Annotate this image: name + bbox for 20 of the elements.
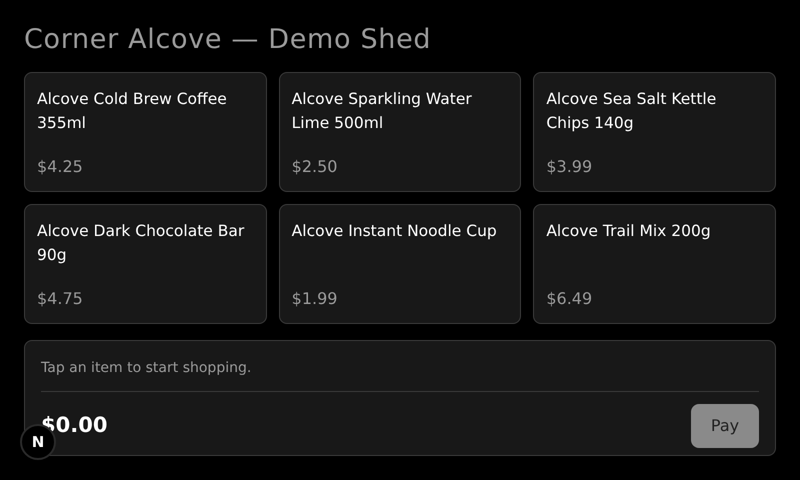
- product-card[interactable]: Alcove Sea Salt Kettle Chips 140g $3.99: [533, 72, 776, 192]
- product-card[interactable]: Alcove Instant Noodle Cup $1.99: [278, 204, 522, 324]
- product-price: $1.99: [292, 288, 338, 310]
- product-name: Alcove Cold Brew Coffee 355ml: [37, 89, 228, 134]
- product-name: Alcove Dark Chocolate Bar 90g: [37, 221, 246, 266]
- product-name: Alcove Sea Salt Kettle Chips 140g: [546, 89, 718, 134]
- product-card[interactable]: Alcove Cold Brew Coffee 355ml $4.25: [24, 72, 267, 192]
- product-name: Alcove Instant Noodle Cup: [292, 221, 498, 242]
- cart-message: Tap an item to start shopping.: [41, 360, 252, 376]
- product-price: $4.25: [37, 156, 84, 178]
- product-name: Alcove Sparkling Water Lime 500ml: [292, 89, 473, 134]
- product-card[interactable]: Alcove Trail Mix 200g $6.49: [533, 204, 776, 324]
- product-card[interactable]: Alcove Dark Chocolate Bar 90g $4.75: [24, 204, 267, 324]
- product-name: Alcove Trail Mix 200g: [546, 221, 712, 242]
- product-card[interactable]: Alcove Sparkling Water Lime 500ml $2.50: [278, 72, 522, 192]
- page-title: Corner Alcove — Demo Shed: [24, 23, 432, 57]
- product-price: $4.75: [37, 288, 84, 310]
- product-price: $6.49: [546, 288, 594, 310]
- product-price: $3.99: [546, 156, 594, 178]
- product-price: $2.50: [292, 156, 338, 178]
